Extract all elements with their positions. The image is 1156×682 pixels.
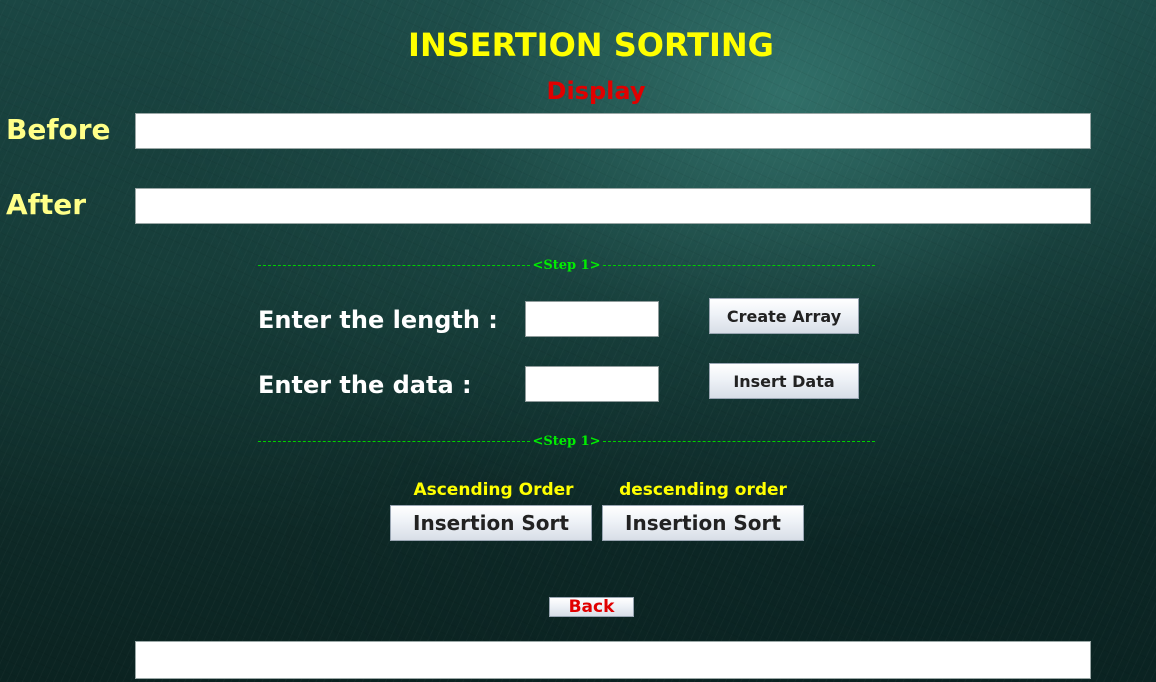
divider-line-right [602, 440, 875, 442]
descending-sort-button[interactable]: Insertion Sort [602, 505, 804, 541]
step-divider-label: <Step 1> [532, 257, 601, 273]
divider-line-left [258, 440, 531, 442]
after-label: After [6, 188, 87, 221]
create-array-button[interactable]: Create Array [709, 298, 859, 334]
insert-data-button[interactable]: Insert Data [709, 363, 859, 399]
ascending-order-label: Ascending Order [413, 480, 574, 500]
data-label: Enter the data : [258, 371, 472, 399]
divider-line-left [258, 264, 531, 266]
before-label: Before [6, 113, 111, 146]
descending-order-label: descending order [619, 480, 787, 500]
ascending-sort-button[interactable]: Insertion Sort [390, 505, 592, 541]
step-divider: <Step 1> [258, 431, 875, 451]
step-divider: <Step 1> [258, 255, 875, 275]
divider-line-right [602, 264, 875, 266]
length-label: Enter the length : [258, 306, 498, 334]
display-heading: Display [546, 77, 646, 105]
after-output-field[interactable] [135, 188, 1091, 224]
step-divider-label: <Step 1> [532, 433, 601, 449]
data-input[interactable] [525, 366, 659, 402]
back-button[interactable]: Back [549, 597, 634, 617]
status-field[interactable] [135, 641, 1091, 679]
length-input[interactable] [525, 301, 659, 337]
page-title: INSERTION SORTING [408, 26, 774, 64]
before-output-field[interactable] [135, 113, 1091, 149]
